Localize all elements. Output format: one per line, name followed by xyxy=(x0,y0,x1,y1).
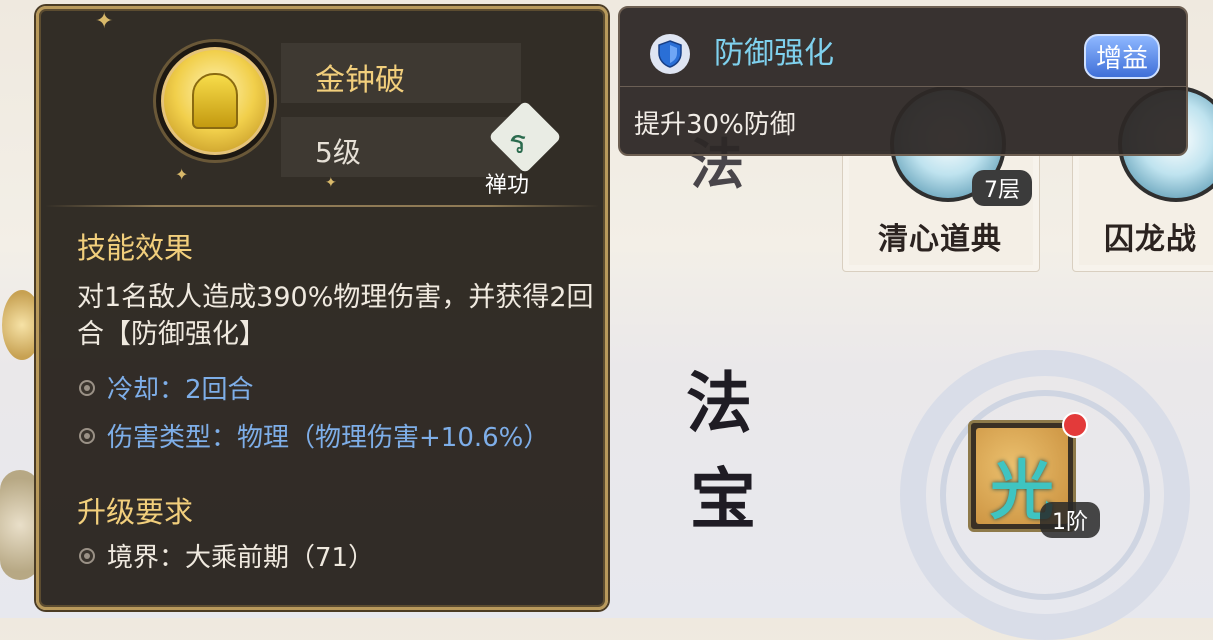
buff-divider xyxy=(620,86,1186,87)
bullet-icon xyxy=(79,547,95,564)
bullet-icon xyxy=(79,427,95,444)
skill-category-label: 禅功 xyxy=(485,173,530,198)
skill-divider xyxy=(45,205,599,207)
cooldown-text: 冷却：2回合 xyxy=(107,375,254,405)
left-orb-decoration-lower xyxy=(0,470,40,580)
skill-tooltip: ✦ ✦ ✦ 金钟破 5级 ร 禅功 技能效果 对1名敌人造成390%物理伤害，并… xyxy=(36,6,608,610)
qingxin-layer-badge: 7层 xyxy=(972,170,1032,206)
buff-title: 防御强化 xyxy=(714,36,834,71)
qiulong-skill-label: 囚龙战 xyxy=(1104,222,1197,257)
sparkle-icon: ✦ xyxy=(325,175,337,191)
shield-icon xyxy=(650,34,690,74)
fabao-rank-badge: 1阶 xyxy=(1040,502,1100,538)
buff-tooltip: 防御强化 增益 提升30%防御 xyxy=(618,6,1188,156)
upgrade-requirement-row: 境界：大乘前期（71） xyxy=(79,537,374,574)
buff-description: 提升30%防御 xyxy=(634,110,796,140)
cooldown-row: 冷却：2回合 xyxy=(79,369,254,406)
bullet-icon xyxy=(79,379,95,396)
skill-name: 金钟破 xyxy=(315,63,405,98)
palm-icon: ร xyxy=(509,123,527,161)
qingxin-skill-label: 清心道典 xyxy=(878,222,1002,257)
effect-description: 对1名敌人造成390%物理伤害，并获得2回合【防御强化】 xyxy=(77,282,594,350)
upgrade-requirement-text: 境界：大乘前期（71） xyxy=(107,543,375,573)
sparkle-icon: ✦ xyxy=(95,9,114,34)
upgrade-section-title: 升级要求 xyxy=(77,495,194,529)
effect-section-title: 技能效果 xyxy=(77,231,194,265)
bell-icon xyxy=(161,47,269,155)
calligraphy-fa: 法 xyxy=(686,364,752,442)
damage-type-text: 伤害类型：物理（物理伤害+10.6%） xyxy=(107,423,550,453)
calligraphy-bao: 宝 xyxy=(690,460,756,538)
buff-type-badge: 增益 xyxy=(1084,34,1161,79)
sparkle-icon: ✦ xyxy=(175,165,189,184)
notification-dot-icon xyxy=(1062,412,1088,438)
damage-type-row: 伤害类型：物理（物理伤害+10.6%） xyxy=(79,417,549,454)
skill-level: 5级 xyxy=(315,136,361,169)
